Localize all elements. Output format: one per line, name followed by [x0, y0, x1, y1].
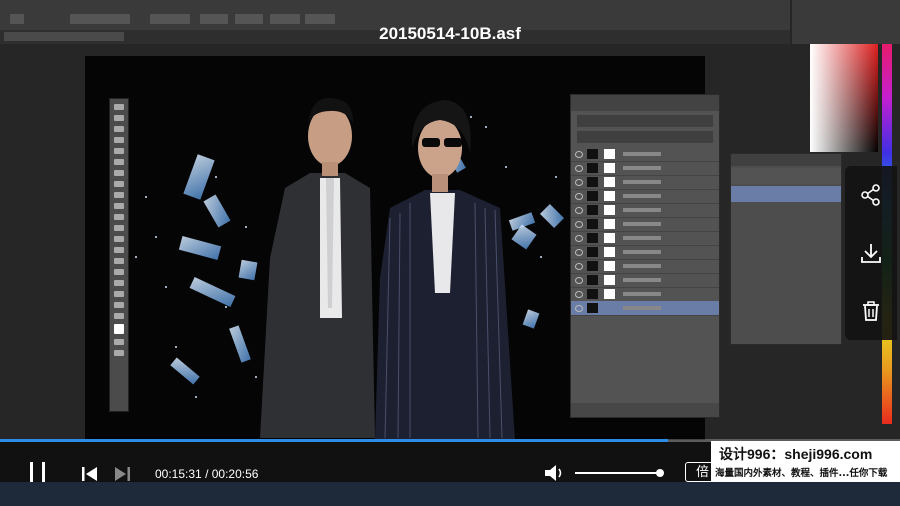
stamp-tool-icon[interactable]	[114, 192, 124, 198]
glass-shard	[170, 357, 200, 385]
layer-row[interactable]	[571, 245, 719, 260]
blur-tool-icon[interactable]	[114, 236, 124, 242]
volume-slider[interactable]	[575, 469, 664, 477]
layer-row-selected[interactable]	[571, 301, 719, 316]
zoom-tool-icon[interactable]	[10, 14, 24, 24]
marquee-tool-icon[interactable]	[114, 115, 124, 121]
volume-icon	[545, 465, 556, 481]
photoshop-history-panel	[730, 153, 842, 345]
next-button[interactable]	[114, 467, 130, 481]
trash-icon	[863, 301, 879, 321]
zoom-tool-icon[interactable]	[114, 313, 124, 319]
layer-row[interactable]	[571, 231, 719, 246]
skip-previous-icon	[82, 467, 85, 481]
download-button[interactable]	[845, 224, 897, 282]
download-icon	[861, 244, 881, 263]
layers-panel-footer	[571, 403, 719, 417]
option-item[interactable]	[235, 14, 263, 24]
glass-shard	[539, 203, 565, 229]
healing-tool-icon[interactable]	[114, 170, 124, 176]
color-picker-field[interactable]	[810, 44, 878, 152]
crop-tool-icon[interactable]	[114, 148, 124, 154]
time-display: 00:15:31 / 00:20:56	[155, 467, 258, 481]
move-tool-icon[interactable]	[114, 104, 124, 110]
layer-row[interactable]	[571, 273, 719, 288]
layer-row[interactable]	[571, 259, 719, 274]
side-actions-panel	[845, 166, 897, 340]
layers-blend-bar[interactable]	[577, 131, 713, 143]
skip-next-icon	[115, 467, 126, 481]
glass-shard	[189, 277, 236, 307]
current-time: 00:15:31	[155, 467, 202, 481]
lasso-tool-icon[interactable]	[114, 126, 124, 132]
layer-row[interactable]	[571, 203, 719, 218]
share-icon	[861, 184, 880, 206]
layer-row[interactable]	[571, 175, 719, 190]
screen-mode-icon[interactable]	[114, 350, 124, 356]
shape-tool-icon[interactable]	[114, 291, 124, 297]
delete-button[interactable]	[845, 282, 897, 340]
volume-button[interactable]	[545, 464, 567, 482]
option-item[interactable]	[270, 14, 300, 24]
two-men-illustration	[260, 97, 515, 440]
layer-row[interactable]	[571, 189, 719, 204]
share-button[interactable]	[845, 166, 897, 224]
glass-shard	[203, 194, 231, 228]
dodge-tool-icon[interactable]	[114, 247, 124, 253]
quick-mask-icon[interactable]	[114, 339, 124, 345]
hand-tool-icon[interactable]	[114, 302, 124, 308]
time-separator: /	[205, 467, 209, 481]
site-watermark: 设计996：sheji996.com 海量国内外素材、教程、插件...任你下载	[711, 441, 900, 482]
layer-row[interactable]	[571, 147, 719, 162]
brush-tool-icon[interactable]	[114, 181, 124, 187]
option-item[interactable]	[150, 14, 190, 24]
watermark-line1: 设计996：sheji996.com	[719, 446, 873, 462]
pause-button[interactable]	[28, 462, 48, 484]
eraser-tool-icon[interactable]	[114, 214, 124, 220]
gradient-tool-icon[interactable]	[114, 225, 124, 231]
volume-slider-handle[interactable]	[656, 469, 664, 477]
pen-tool-icon[interactable]	[114, 258, 124, 264]
previous-button[interactable]	[82, 467, 98, 481]
video-title: 20150514-10B.asf	[379, 24, 521, 43]
duration: 00:20:56	[211, 467, 259, 481]
glass-shard	[183, 154, 215, 200]
photoshop-toolbar	[109, 98, 129, 412]
watermark-line2: 海量国内外素材、教程、插件...任你下载	[715, 468, 888, 479]
color-swatch-icon[interactable]	[114, 324, 124, 334]
photoshop-layers-panel	[570, 94, 720, 418]
history-panel-tab[interactable]	[731, 154, 841, 166]
layer-row[interactable]	[571, 161, 719, 176]
glass-shard	[178, 236, 222, 260]
quick-select-tool-icon[interactable]	[114, 137, 124, 143]
option-item[interactable]	[200, 14, 228, 24]
type-tool-icon[interactable]	[114, 269, 124, 275]
history-snapshot[interactable]	[731, 168, 841, 184]
path-select-tool-icon[interactable]	[114, 280, 124, 286]
eyedropper-tool-icon[interactable]	[114, 159, 124, 165]
history-step-selected[interactable]	[731, 186, 841, 202]
glass-shard	[229, 325, 251, 363]
layers-panel-tabs[interactable]	[571, 95, 719, 111]
layers-filter-bar[interactable]	[577, 115, 713, 127]
history-brush-tool-icon[interactable]	[114, 203, 124, 209]
layer-row[interactable]	[571, 217, 719, 232]
option-item[interactable]	[305, 14, 335, 24]
windows-taskbar	[0, 482, 900, 506]
pause-icon	[30, 462, 33, 484]
option-item[interactable]	[70, 14, 130, 24]
layer-row[interactable]	[571, 287, 719, 302]
